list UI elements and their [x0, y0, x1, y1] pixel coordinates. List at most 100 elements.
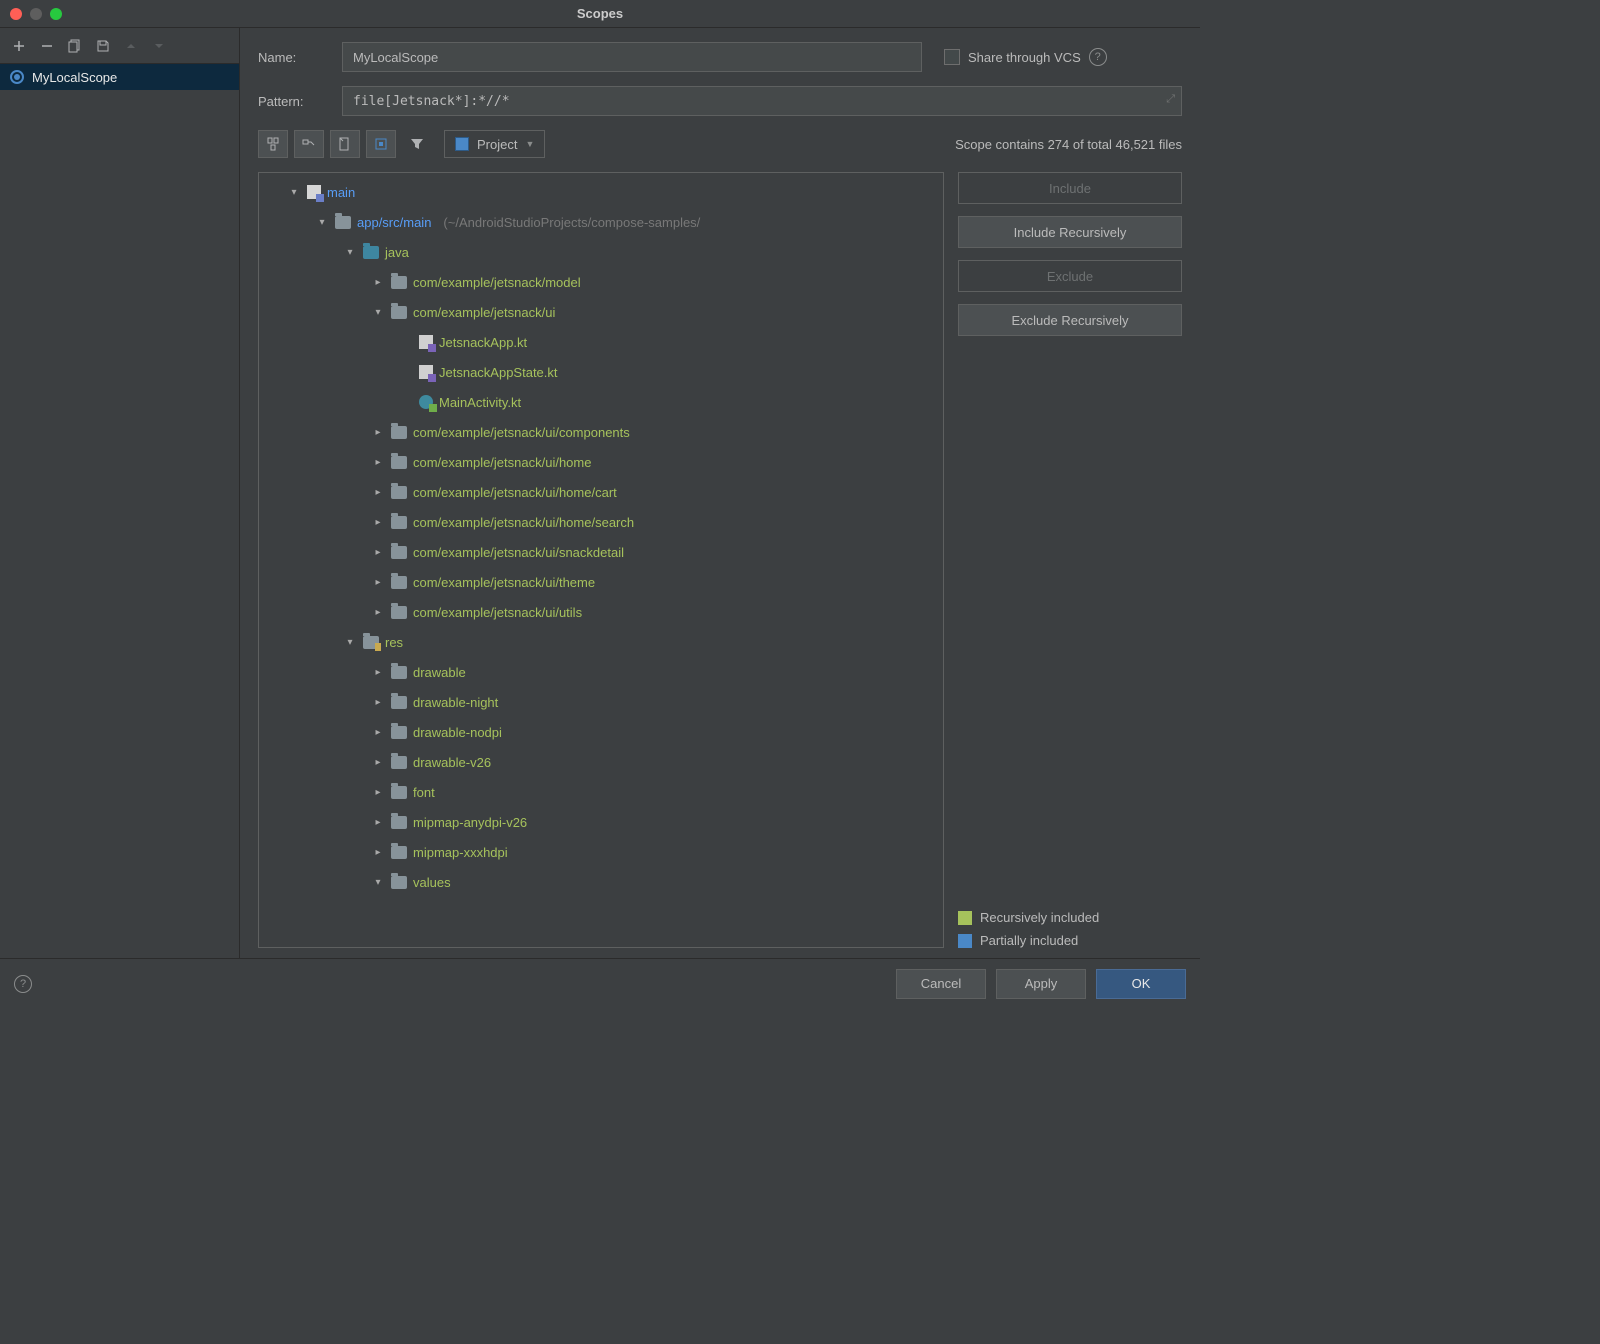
tree-node[interactable]: ▾com/example/jetsnack/ui	[259, 297, 943, 327]
show-files-icon[interactable]	[258, 130, 288, 158]
tree-node[interactable]: ▸com/example/jetsnack/ui/home	[259, 447, 943, 477]
close-window-icon[interactable]	[10, 8, 22, 20]
tree-node[interactable]: ▸com/example/jetsnack/ui/home/search	[259, 507, 943, 537]
tree-node-label: mipmap-anydpi-v26	[413, 815, 527, 830]
chevron-down-icon[interactable]: ▾	[343, 245, 357, 259]
expand-icon[interactable]: ⤢	[1166, 92, 1175, 106]
tree-node-label: res	[385, 635, 403, 650]
tree-node[interactable]: ▸ com/example/jetsnack/ui/snackdetail	[259, 537, 943, 567]
pattern-label: Pattern:	[258, 94, 330, 109]
scope-list-item[interactable]: MyLocalScope	[0, 64, 239, 90]
chevron-right-icon[interactable]: ▸	[371, 665, 385, 679]
chevron-down-icon[interactable]: ▾	[315, 215, 329, 229]
chevron-right-icon[interactable]: ▸	[371, 815, 385, 829]
chevron-right-icon[interactable]: ▸	[371, 575, 385, 589]
legend: Recursively included Partially included	[958, 902, 1182, 948]
tree-node[interactable]: ▸com/example/jetsnack/ui/utils	[259, 597, 943, 627]
copy-scope-icon[interactable]	[64, 35, 86, 57]
folder-icon	[391, 426, 407, 439]
include-recursively-button[interactable]: Include Recursively	[958, 216, 1182, 248]
tree-node-label: drawable-v26	[413, 755, 491, 770]
scope-selector-dropdown[interactable]: Project ▼	[444, 130, 545, 158]
scope-selector-label: Project	[477, 137, 517, 152]
chevron-down-icon[interactable]: ▾	[287, 185, 301, 199]
folder-icon	[391, 276, 407, 289]
save-scope-icon[interactable]	[92, 35, 114, 57]
chevron-down-icon[interactable]: ▾	[343, 635, 357, 649]
folder-icon	[391, 726, 407, 739]
remove-scope-icon[interactable]	[36, 35, 58, 57]
folder-icon	[391, 456, 407, 469]
chevron-right-icon[interactable]: ▸	[371, 755, 385, 769]
tree-node[interactable]: JetsnackAppState.kt	[259, 357, 943, 387]
chevron-right-icon[interactable]: ▸	[371, 545, 385, 559]
tree-node[interactable]: ▸ mipmap-anydpi-v26	[259, 807, 943, 837]
filter-icon[interactable]	[402, 130, 432, 158]
tree-node[interactable]: ▾main	[259, 177, 943, 207]
help-icon[interactable]: ?	[1089, 48, 1107, 66]
show-included-icon[interactable]	[330, 130, 360, 158]
kotlin-file-icon	[419, 335, 433, 349]
tree-node[interactable]: ▸drawable-night	[259, 687, 943, 717]
tree-node[interactable]: ▸ com/example/jetsnack/model	[259, 267, 943, 297]
ok-button[interactable]: OK	[1096, 969, 1186, 999]
exclude-button[interactable]: Exclude	[958, 260, 1182, 292]
tree-node[interactable]: JetsnackApp.kt	[259, 327, 943, 357]
tree-node[interactable]: ▸drawable	[259, 657, 943, 687]
tree-node-label: values	[413, 875, 451, 890]
tree-node[interactable]: ▸ drawable-v26	[259, 747, 943, 777]
scope-icon[interactable]	[366, 130, 396, 158]
tree-node-label: drawable-nodpi	[413, 725, 502, 740]
chevron-right-icon[interactable]: ▸	[371, 425, 385, 439]
tree-node[interactable]: ▸com/example/jetsnack/ui/home/cart	[259, 477, 943, 507]
tree-node-label: app/src/main	[357, 215, 431, 230]
tree-node[interactable]: ▾app/src/main(~/AndroidStudioProjects/co…	[259, 207, 943, 237]
chevron-right-icon[interactable]: ▸	[371, 485, 385, 499]
chevron-right-icon[interactable]: ▸	[371, 275, 385, 289]
tree-node[interactable]: ▸ drawable-nodpi	[259, 717, 943, 747]
chevron-right-icon[interactable]: ▸	[371, 515, 385, 529]
folder-icon	[391, 846, 407, 859]
folder-icon	[391, 516, 407, 529]
include-button[interactable]: Include	[958, 172, 1182, 204]
name-input[interactable]	[342, 42, 922, 72]
tree-node-label: mipmap-xxxhdpi	[413, 845, 508, 860]
tree-node[interactable]: MainActivity.kt	[259, 387, 943, 417]
tree-node[interactable]: ▾ values	[259, 867, 943, 897]
chevron-right-icon[interactable]: ▸	[371, 785, 385, 799]
tree-node-label: java	[385, 245, 409, 260]
file-tree[interactable]: ▾main▾app/src/main(~/AndroidStudioProjec…	[258, 172, 944, 948]
maximize-window-icon[interactable]	[50, 8, 62, 20]
chevron-right-icon[interactable]: ▸	[371, 725, 385, 739]
pattern-input[interactable]: file[Jetsnack*]:*//* ⤢	[342, 86, 1182, 116]
chevron-down-icon[interactable]: ▾	[371, 875, 385, 889]
tree-node[interactable]: ▾ java	[259, 237, 943, 267]
tree-node-label: com/example/jetsnack/model	[413, 275, 581, 290]
window-title: Scopes	[0, 6, 1200, 21]
source-folder-icon	[363, 246, 379, 259]
chevron-right-icon[interactable]: ▸	[371, 695, 385, 709]
cancel-button[interactable]: Cancel	[896, 969, 986, 999]
tree-node[interactable]: ▸font	[259, 777, 943, 807]
legend-recursive-label: Recursively included	[980, 910, 1099, 925]
tree-node[interactable]: ▸com/example/jetsnack/ui/theme	[259, 567, 943, 597]
apply-button[interactable]: Apply	[996, 969, 1086, 999]
folder-icon	[391, 786, 407, 799]
exclude-recursively-button[interactable]: Exclude Recursively	[958, 304, 1182, 336]
tree-node[interactable]: ▾ res	[259, 627, 943, 657]
tree-node-label: JetsnackApp.kt	[439, 335, 527, 350]
share-vcs-checkbox[interactable]	[944, 49, 960, 65]
chevron-right-icon[interactable]: ▸	[371, 455, 385, 469]
add-scope-icon[interactable]	[8, 35, 30, 57]
tree-node[interactable]: ▸com/example/jetsnack/ui/components	[259, 417, 943, 447]
tree-node-label: com/example/jetsnack/ui/snackdetail	[413, 545, 624, 560]
help-button[interactable]: ?	[14, 975, 32, 993]
chevron-right-icon[interactable]: ▸	[371, 605, 385, 619]
chevron-right-icon[interactable]: ▸	[371, 845, 385, 859]
kotlin-file-icon	[419, 365, 433, 379]
chevron-down-icon[interactable]: ▾	[371, 305, 385, 319]
folder-icon	[335, 216, 351, 229]
group-by-icon[interactable]	[294, 130, 324, 158]
folder-icon	[391, 756, 407, 769]
tree-node[interactable]: ▸ mipmap-xxxhdpi	[259, 837, 943, 867]
